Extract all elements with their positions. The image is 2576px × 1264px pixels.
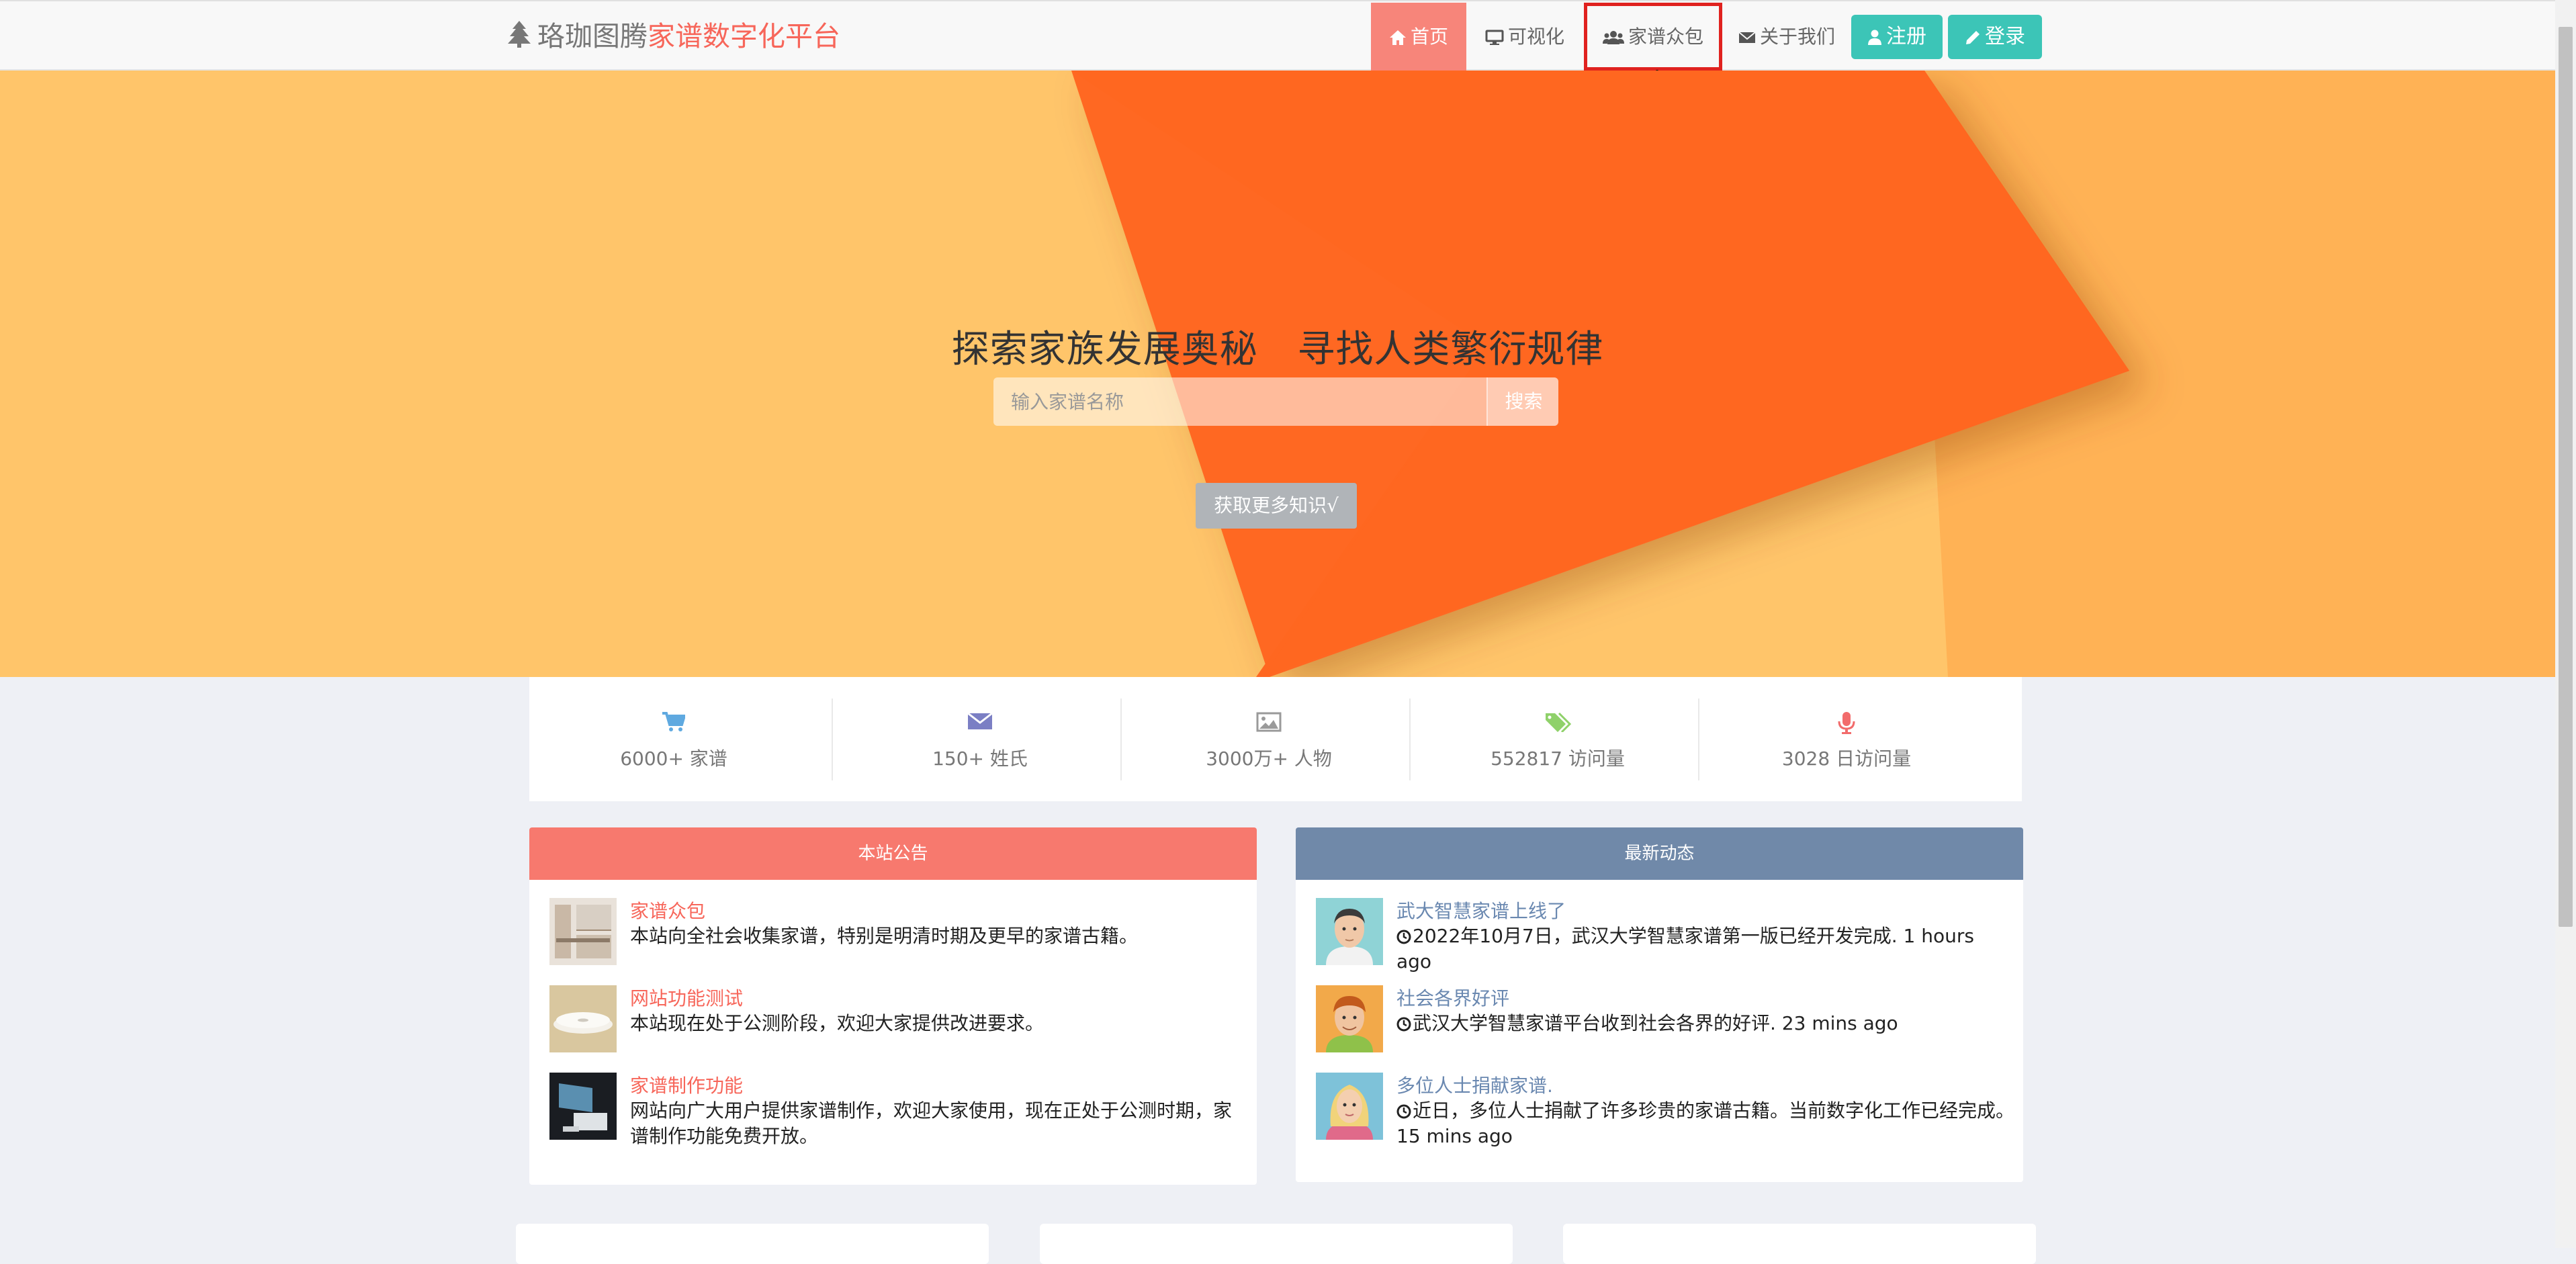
announcements-header: 本站公告 <box>529 827 1257 880</box>
updates-panel: 最新动态 武大智慧家谱上线了 2022年10月7日，武汉大学智慧家谱第一版已经开… <box>1296 827 2023 1182</box>
cart-icon <box>662 712 686 731</box>
image-icon <box>1256 712 1282 732</box>
login-button[interactable]: 登录 <box>1948 15 2042 59</box>
stat-persons-text: 3000万+ 人物 <box>1206 748 1332 770</box>
stat-visits: 552817 访问量 <box>1413 677 1702 801</box>
announcements-panel: 本站公告 家谱众包 本站向全社会收集家谱，特别是明清时期及更早的家谱古籍。 网站… <box>529 827 1257 1185</box>
nav-home-label: 首页 <box>1410 26 1448 48</box>
tree-icon <box>508 19 531 57</box>
announcement-title[interactable]: 家谱众包 <box>630 897 705 923</box>
nav-visualization-label: 可视化 <box>1507 26 1564 48</box>
home-icon <box>1389 30 1406 45</box>
clock-icon <box>1396 930 1411 944</box>
login-label: 登录 <box>1985 25 2025 48</box>
tags-icon <box>1546 712 1572 733</box>
content-card <box>516 1224 989 1264</box>
pencil-icon <box>1966 30 1980 44</box>
stat-surnames-text: 150+ 姓氏 <box>932 748 1028 770</box>
nav-about[interactable]: 关于我们 <box>1733 3 1840 71</box>
hero-banner: 探索家族发展奥秘 寻找人类繁衍规律 搜索 获取更多知识√ <box>0 71 2555 677</box>
monitor-icon <box>1485 30 1504 45</box>
nav-home[interactable]: 首页 <box>1371 3 1466 71</box>
learn-more-button[interactable]: 获取更多知识√ <box>1196 483 1357 529</box>
brand-prefix: 珞珈图腾 <box>537 20 648 52</box>
announcement-desc: 本站现在处于公测阶段，欢迎大家提供改进要求。 <box>630 1012 1045 1034</box>
envelope-icon <box>1738 32 1756 43</box>
announcement-desc: 网站向广大用户提供家谱制作，欢迎大家使用，现在正处于公测时期，家谱制作功能免费开… <box>630 1099 1233 1147</box>
stat-daily-visits-text: 3028 日访问量 <box>1781 748 1912 770</box>
brand-highlight: 家谱数字化平台 <box>648 20 840 52</box>
top-navbar: 珞珈图腾家谱数字化平台 首页 可视化 家谱众包 关于我们 注册 登录 <box>0 0 2555 71</box>
thumbnail-image <box>549 985 617 1052</box>
stat-surnames: 150+ 姓氏 <box>836 677 1124 801</box>
update-desc: 武汉大学智慧家谱平台收到社会各界的好评. 23 mins ago <box>1413 1012 1898 1034</box>
envelope-icon <box>967 712 993 729</box>
hero-title: 探索家族发展奥秘 寻找人类繁衍规律 <box>951 328 1604 371</box>
stat-genealogies-text: 6000+ 家谱 <box>620 748 727 770</box>
clock-icon <box>1396 1104 1411 1119</box>
announcement-desc: 本站向全社会收集家谱，特别是明清时期及更早的家谱古籍。 <box>630 925 1139 947</box>
nav-visualization[interactable]: 可视化 <box>1474 3 1575 71</box>
updates-header: 最新动态 <box>1296 827 2023 880</box>
stat-visits-text: 552817 访问量 <box>1491 748 1625 770</box>
stat-daily-visits: 3028 日访问量 <box>1702 677 1991 801</box>
update-desc: 2022年10月7日，武汉大学智慧家谱第一版已经开发完成. 1 hours ag… <box>1396 925 1974 973</box>
stat-genealogies: 6000+ 家谱 <box>529 677 818 801</box>
thumbnail-image <box>549 898 617 965</box>
content-card <box>1040 1224 1513 1264</box>
nav-about-label: 关于我们 <box>1759 26 1835 48</box>
content-card <box>1563 1224 2036 1264</box>
site-brand[interactable]: 珞珈图腾家谱数字化平台 <box>508 17 840 57</box>
avatar <box>1316 985 1383 1052</box>
update-title[interactable]: 武大智慧家谱上线了 <box>1396 897 1566 923</box>
genealogy-search-input[interactable] <box>993 377 1486 426</box>
update-title[interactable]: 社会各界好评 <box>1396 984 1509 1011</box>
thumbnail-image <box>549 1073 617 1140</box>
register-button[interactable]: 注册 <box>1851 15 1943 59</box>
scrollbar-thumb[interactable] <box>2559 27 2573 927</box>
register-label: 注册 <box>1886 25 1926 48</box>
microphone-icon <box>1838 712 1855 734</box>
avatar <box>1316 1073 1383 1140</box>
update-desc: 近日，多位人士捐献了许多珍贵的家谱古籍。当前数字化工作已经完成。 15 mins… <box>1396 1099 2015 1147</box>
search-button[interactable]: 搜索 <box>1486 377 1558 426</box>
stat-persons: 3000万+ 人物 <box>1124 677 1413 801</box>
clock-icon <box>1396 1017 1411 1032</box>
users-icon <box>1602 31 1624 44</box>
vertical-scrollbar[interactable] <box>2555 0 2576 1248</box>
stats-bar: 6000+ 家谱 150+ 姓氏 3000万+ 人物 552817 访问量 30… <box>529 677 2022 801</box>
announcement-title[interactable]: 网站功能测试 <box>630 984 743 1011</box>
hero-background <box>0 71 2555 677</box>
avatar <box>1316 898 1383 965</box>
announcement-title[interactable]: 家谱制作功能 <box>630 1071 743 1098</box>
update-title[interactable]: 多位人士捐献家谱. <box>1396 1071 1553 1098</box>
nav-crowdsourcing-label: 家谱众包 <box>1628 26 1703 48</box>
search-box: 搜索 <box>993 377 1558 426</box>
nav-crowdsourcing[interactable]: 家谱众包 <box>1584 3 1722 71</box>
user-icon <box>1868 30 1881 45</box>
